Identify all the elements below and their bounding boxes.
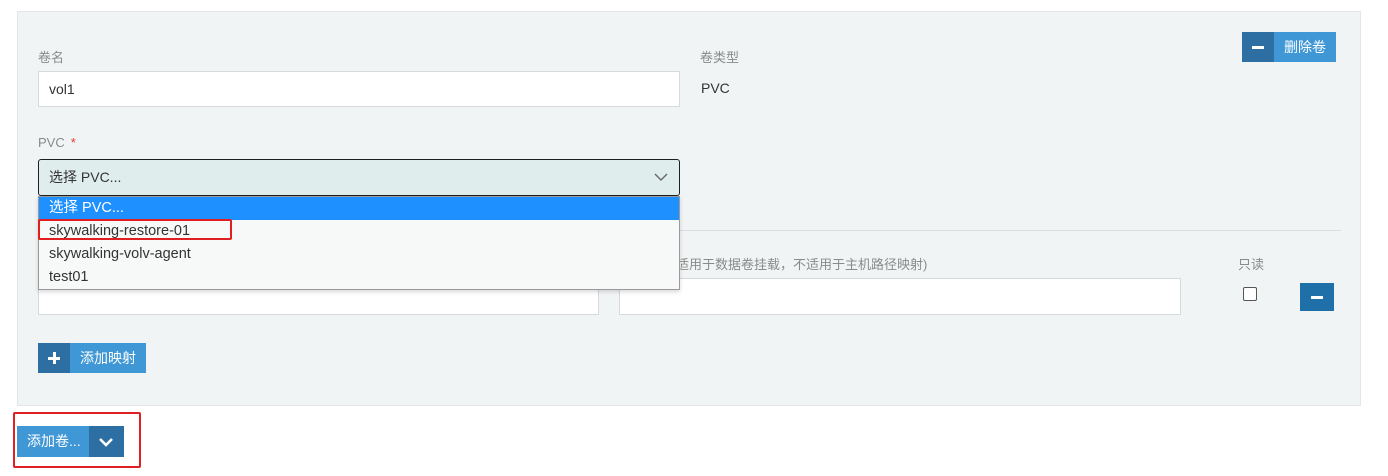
highlight-box-option bbox=[38, 219, 232, 240]
minus-icon bbox=[1311, 295, 1323, 299]
add-mapping-label: 添加映射 bbox=[70, 343, 146, 373]
minus-icon bbox=[1242, 32, 1274, 62]
add-mapping-button[interactable]: 添加映射 bbox=[38, 343, 146, 373]
volume-name-label: 卷名 bbox=[38, 50, 65, 65]
delete-volume-button[interactable]: 删除卷 bbox=[1242, 32, 1336, 62]
highlight-box-add-volume bbox=[13, 412, 141, 468]
plus-icon bbox=[38, 343, 70, 373]
delete-volume-label: 删除卷 bbox=[1274, 32, 1336, 62]
required-mark: * bbox=[70, 135, 76, 150]
pvc-select-value: 选择 PVC... bbox=[49, 169, 122, 185]
pvc-dropdown: 选择 PVC... skywalking-restore-01 skywalki… bbox=[38, 196, 680, 290]
volume-type-label: 卷类型 bbox=[700, 50, 740, 65]
remove-mapping-button[interactable] bbox=[1300, 283, 1334, 311]
subpath-input[interactable] bbox=[619, 278, 1181, 315]
chevron-down-icon bbox=[654, 173, 668, 181]
pvc-select[interactable]: 选择 PVC... bbox=[38, 159, 680, 196]
dropdown-option[interactable]: test01 bbox=[39, 266, 679, 289]
pvc-label: PVC * bbox=[38, 135, 76, 150]
dropdown-option[interactable]: 选择 PVC... bbox=[39, 197, 679, 220]
pvc-label-text: PVC bbox=[38, 135, 65, 150]
volume-type-value: PVC bbox=[701, 80, 730, 96]
subpath-label: 适用于数据卷挂载，不适用于主机路径映射) bbox=[676, 257, 928, 272]
readonly-checkbox[interactable] bbox=[1243, 287, 1257, 301]
readonly-label: 只读 bbox=[1238, 257, 1265, 272]
dropdown-option[interactable]: skywalking-volv-agent bbox=[39, 243, 679, 266]
volume-name-input[interactable] bbox=[38, 71, 680, 107]
